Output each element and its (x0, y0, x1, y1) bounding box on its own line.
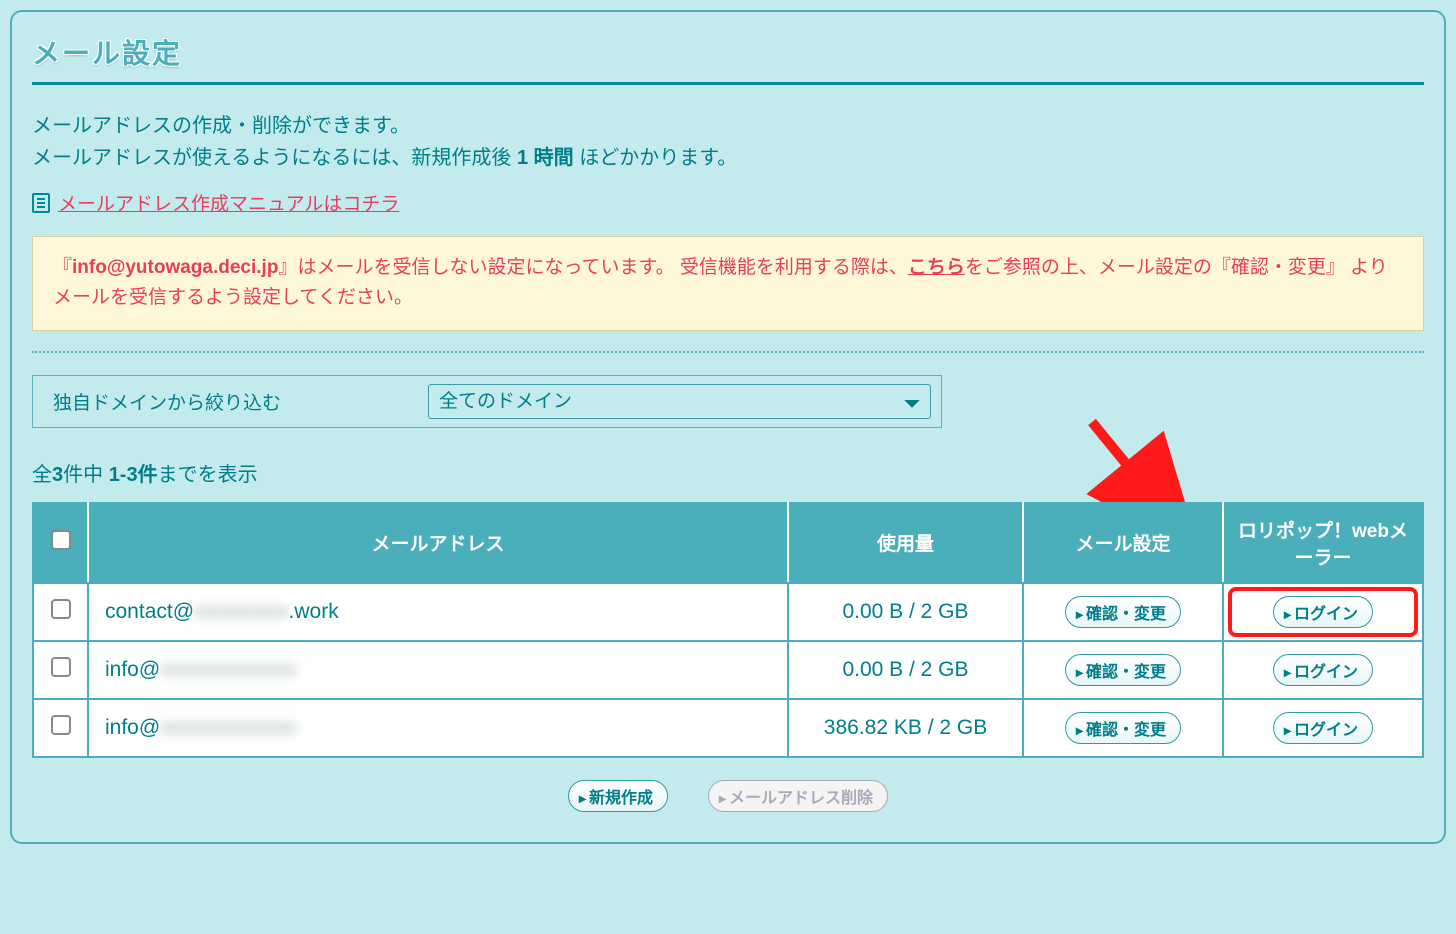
table-row: info@xxxxxxxxxxxxx 386.82 KB / 2 GB 確認・変… (33, 699, 1423, 757)
mail-settings-panel: メール設定 メールアドレスの作成・削除ができます。 メールアドレスが使えるように… (10, 10, 1446, 844)
header-address: メールアドレス (88, 503, 788, 583)
description: メールアドレスの作成・削除ができます。 メールアドレスが使えるようになるには、新… (32, 110, 1424, 174)
row-checkbox[interactable] (51, 599, 71, 619)
domain-filter-box: 独自ドメインから絞り込む 全てのドメイン (32, 375, 942, 428)
row-checkbox[interactable] (51, 715, 71, 735)
row-checkbox[interactable] (51, 657, 71, 677)
address-cell: info@xxxxxxxxxxxxx (88, 699, 788, 757)
notice-box: 『info@yutowaga.deci.jp』はメールを受信しない設定になってい… (32, 236, 1424, 331)
header-settings: メール設定 (1023, 503, 1223, 583)
header-checkbox (33, 503, 88, 583)
create-button[interactable]: 新規作成 (568, 780, 668, 812)
usage-cell: 0.00 B / 2 GB (788, 583, 1023, 641)
filter-label: 独自ドメインから絞り込む (33, 376, 428, 427)
header-usage: 使用量 (788, 503, 1023, 583)
document-icon (32, 193, 50, 213)
notice-link[interactable]: こちら (908, 257, 965, 278)
result-count: 全3件中 1-3件までを表示 (32, 458, 1424, 487)
mail-table: メールアドレス 使用量 メール設定 ロリポップ！webメーラー contact@… (32, 502, 1424, 758)
address-cell: contact@xxxxxxxxx.work (88, 583, 788, 641)
action-button-row: 新規作成 メールアドレス削除 (32, 780, 1424, 812)
address-cell: info@xxxxxxxxxxxxx (88, 641, 788, 699)
header-webmailer: ロリポップ！webメーラー (1223, 503, 1423, 583)
delete-button[interactable]: メールアドレス削除 (708, 780, 888, 812)
usage-cell: 0.00 B / 2 GB (788, 641, 1023, 699)
login-button[interactable]: ログイン (1273, 596, 1373, 628)
login-button[interactable]: ログイン (1273, 712, 1373, 744)
login-button[interactable]: ログイン (1273, 654, 1373, 686)
confirm-change-button[interactable]: 確認・変更 (1065, 654, 1181, 686)
manual-link-row: メールアドレス作成マニュアルはコチラ (32, 189, 1424, 216)
table-row: info@xxxxxxxxxxxxx 0.00 B / 2 GB 確認・変更 ロ… (33, 641, 1423, 699)
usage-cell: 386.82 KB / 2 GB (788, 699, 1023, 757)
title-bar: メール設定 (32, 32, 1424, 85)
separator (32, 351, 1424, 353)
confirm-change-button[interactable]: 確認・変更 (1065, 596, 1181, 628)
select-all-checkbox[interactable] (51, 530, 71, 550)
domain-select[interactable]: 全てのドメイン (428, 384, 931, 419)
manual-link[interactable]: メールアドレス作成マニュアルはコチラ (58, 189, 399, 216)
confirm-change-button[interactable]: 確認・変更 (1065, 712, 1181, 744)
page-title: メール設定 (32, 32, 1424, 72)
table-row: contact@xxxxxxxxx.work 0.00 B / 2 GB 確認・… (33, 583, 1423, 641)
